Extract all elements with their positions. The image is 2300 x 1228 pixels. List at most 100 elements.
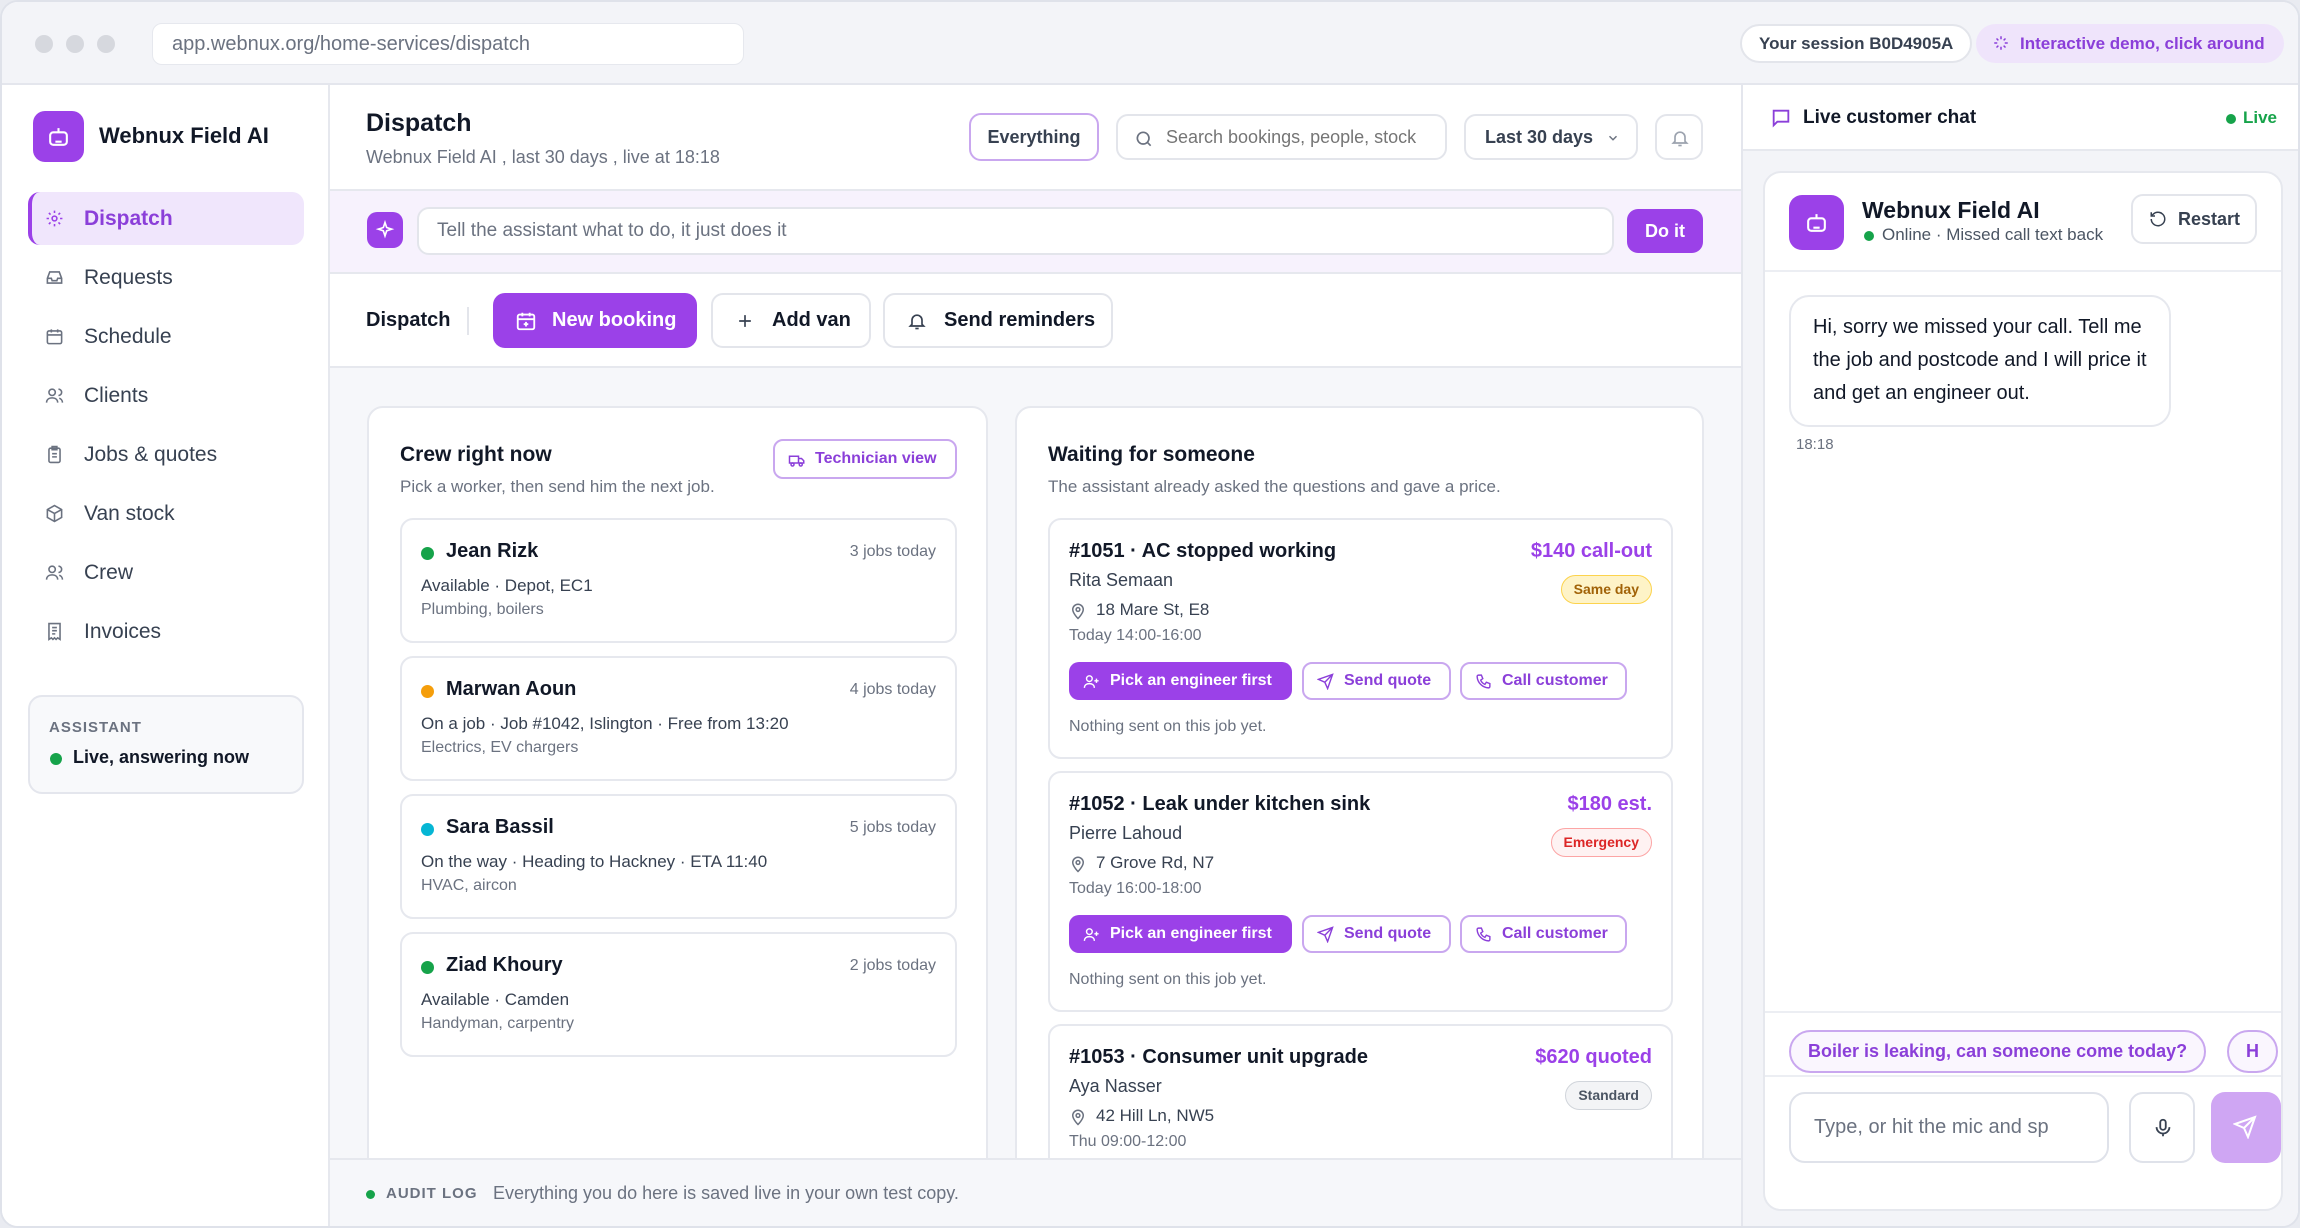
date-range-select[interactable]: Last 30 days <box>1464 114 1638 160</box>
job-time: Today 16:00-18:00 <box>1069 880 1202 897</box>
job-note: Nothing sent on this job yet. <box>1069 971 1267 988</box>
send-reminders-button[interactable]: Send reminders <box>883 293 1113 348</box>
bot-message: Hi, sorry we missed your call. Tell me t… <box>1789 295 2171 427</box>
call-customer-button[interactable]: Call customer <box>1460 662 1627 700</box>
job-time: Today 14:00-16:00 <box>1069 627 1202 644</box>
pick-engineer-label: Pick an engineer first <box>1110 925 1272 942</box>
map-pin-icon <box>1071 1109 1085 1126</box>
window-close-dot[interactable] <box>35 35 53 53</box>
job-client: Pierre Lahoud <box>1069 823 1183 843</box>
sidebar-item-invoices[interactable]: Invoices <box>28 605 304 658</box>
chat-message-input[interactable]: Type, or hit the mic and sp <box>1789 1092 2109 1163</box>
mic-button[interactable] <box>2129 1092 2195 1163</box>
crew-name: Sara Bassil <box>446 816 554 838</box>
crew-card-marwan-aoun[interactable]: Marwan Aoun 4 jobs today On a job · Job … <box>400 656 957 781</box>
robot-icon <box>49 128 68 146</box>
crew-status-dot <box>421 547 434 560</box>
sidebar-item-requests[interactable]: Requests <box>28 251 304 304</box>
message-timestamp: 18:18 <box>1796 436 1834 453</box>
assistant-command-bar: Tell the assistant what to do, it just d… <box>330 191 1741 274</box>
send-icon <box>1317 926 1334 943</box>
users-icon <box>45 565 64 580</box>
sidebar-item-label: Requests <box>84 266 173 289</box>
page-header: Dispatch Webnux Field AI , last 30 days … <box>330 85 1741 191</box>
sidebar-item-dispatch[interactable]: Dispatch <box>28 192 304 245</box>
crew-status: On the way · Heading to Hackney · ETA 11… <box>421 852 768 871</box>
new-booking-button[interactable]: New booking <box>493 293 697 348</box>
search-box <box>1116 114 1447 160</box>
live-status-dot <box>2226 114 2236 124</box>
users-icon <box>45 388 64 403</box>
chat-divider <box>1765 270 2281 272</box>
job-client: Rita Semaan <box>1069 570 1174 590</box>
job-price: $180 est. <box>1567 793 1652 815</box>
add-van-label: Add van <box>772 309 851 331</box>
sidebar-item-label: Jobs & quotes <box>84 443 218 466</box>
crew-panel: Crew right now Pick a worker, then send … <box>367 406 988 1206</box>
pick-engineer-button[interactable]: Pick an engineer first <box>1069 915 1292 953</box>
bot-avatar <box>1789 195 1844 250</box>
brand-name: Webnux Field AI <box>99 123 269 148</box>
crew-name: Marwan Aoun <box>446 678 577 700</box>
new-booking-label: New booking <box>552 309 677 331</box>
brand-logo <box>33 111 84 162</box>
restart-label: Restart <box>2178 209 2241 229</box>
crew-card-jean-rizk[interactable]: Jean Rizk 3 jobs today Available · Depot… <box>400 518 957 643</box>
job-time: Thu 09:00-12:00 <box>1069 1133 1187 1150</box>
box-icon <box>46 504 63 523</box>
notifications-button[interactable] <box>1655 114 1703 160</box>
demo-label: Interactive demo, click around <box>2020 34 2265 53</box>
sidebar-item-schedule[interactable]: Schedule <box>28 310 304 363</box>
crew-card-ziad-khoury[interactable]: Ziad Khoury 2 jobs today Available · Cam… <box>400 932 957 1057</box>
search-input[interactable] <box>1166 116 1436 158</box>
filter-everything-button[interactable]: Everything <box>969 113 1099 161</box>
crew-status: On a job · Job #1042, Islington · Free f… <box>421 714 789 733</box>
call-customer-label: Call customer <box>1502 925 1608 942</box>
quick-reply-chip[interactable]: Boiler is leaking, can someone come toda… <box>1789 1030 2207 1073</box>
url-bar[interactable]: app.webnux.org/home-services/dispatch <box>152 23 744 65</box>
job-card-1052[interactable]: #1052 · Leak under kitchen sink Pierre L… <box>1048 771 1673 1012</box>
add-van-button[interactable]: Add van <box>711 293 871 348</box>
sidebar-item-van-stock[interactable]: Van stock <box>28 487 304 540</box>
gear-icon <box>46 210 63 227</box>
crew-status-dot <box>421 685 434 698</box>
do-it-button[interactable]: Do it <box>1627 209 1703 253</box>
crew-card-sara-bassil[interactable]: Sara Bassil 5 jobs today On the way · He… <box>400 794 957 919</box>
send-quote-label: Send quote <box>1344 925 1432 942</box>
sparkle-icon <box>375 220 395 239</box>
technician-view-label: Technician view <box>815 450 937 467</box>
job-card-1051[interactable]: #1051 · AC stopped working Rita Semaan 1… <box>1048 518 1673 759</box>
status-badge: Same day <box>1560 575 1652 604</box>
window-maximize-dot[interactable] <box>97 35 115 53</box>
crew-skills: HVAC, aircon <box>421 877 517 894</box>
crew-skills: Handyman, carpentry <box>421 1015 574 1032</box>
phone-icon <box>1476 927 1491 942</box>
job-address: 18 Mare St, E8 <box>1096 600 1210 619</box>
van-icon <box>788 455 805 467</box>
restart-button[interactable]: Restart <box>2131 194 2257 244</box>
app-window: app.webnux.org/home-services/dispatch Yo… <box>0 0 2300 1228</box>
chat-header-title: Live customer chat <box>1803 107 1977 128</box>
quick-reply-chip[interactable]: H <box>2227 1030 2278 1073</box>
call-customer-button[interactable]: Call customer <box>1460 915 1627 953</box>
send-button[interactable] <box>2211 1092 2281 1163</box>
receipt-icon <box>48 622 61 641</box>
main-content: Crew right now Pick a worker, then send … <box>330 368 1741 1206</box>
sidebar-item-crew[interactable]: Crew <box>28 546 304 599</box>
send-quote-button[interactable]: Send quote <box>1302 915 1451 953</box>
pick-engineer-button[interactable]: Pick an engineer first <box>1069 662 1292 700</box>
audit-status-dot <box>366 1190 375 1199</box>
chat-window: Webnux Field AI Online · Missed call tex… <box>1763 171 2283 1211</box>
technician-view-button[interactable]: Technician view <box>773 439 957 479</box>
sidebar-item-label: Dispatch <box>84 207 173 230</box>
sidebar-item-clients[interactable]: Clients <box>28 369 304 422</box>
assistant-spark-badge <box>367 212 403 248</box>
bot-status: Online · Missed call text back <box>1882 225 2104 244</box>
window-minimize-dot[interactable] <box>66 35 84 53</box>
send-quote-button[interactable]: Send quote <box>1302 662 1451 700</box>
sidebar: Webnux Field AI Dispatch Requests Schedu… <box>2 85 330 1226</box>
sidebar-item-jobs-quotes[interactable]: Jobs & quotes <box>28 428 304 481</box>
user-plus-icon <box>1083 928 1099 941</box>
page-title: Dispatch <box>366 109 472 137</box>
assistant-command-input[interactable]: Tell the assistant what to do, it just d… <box>417 207 1614 255</box>
